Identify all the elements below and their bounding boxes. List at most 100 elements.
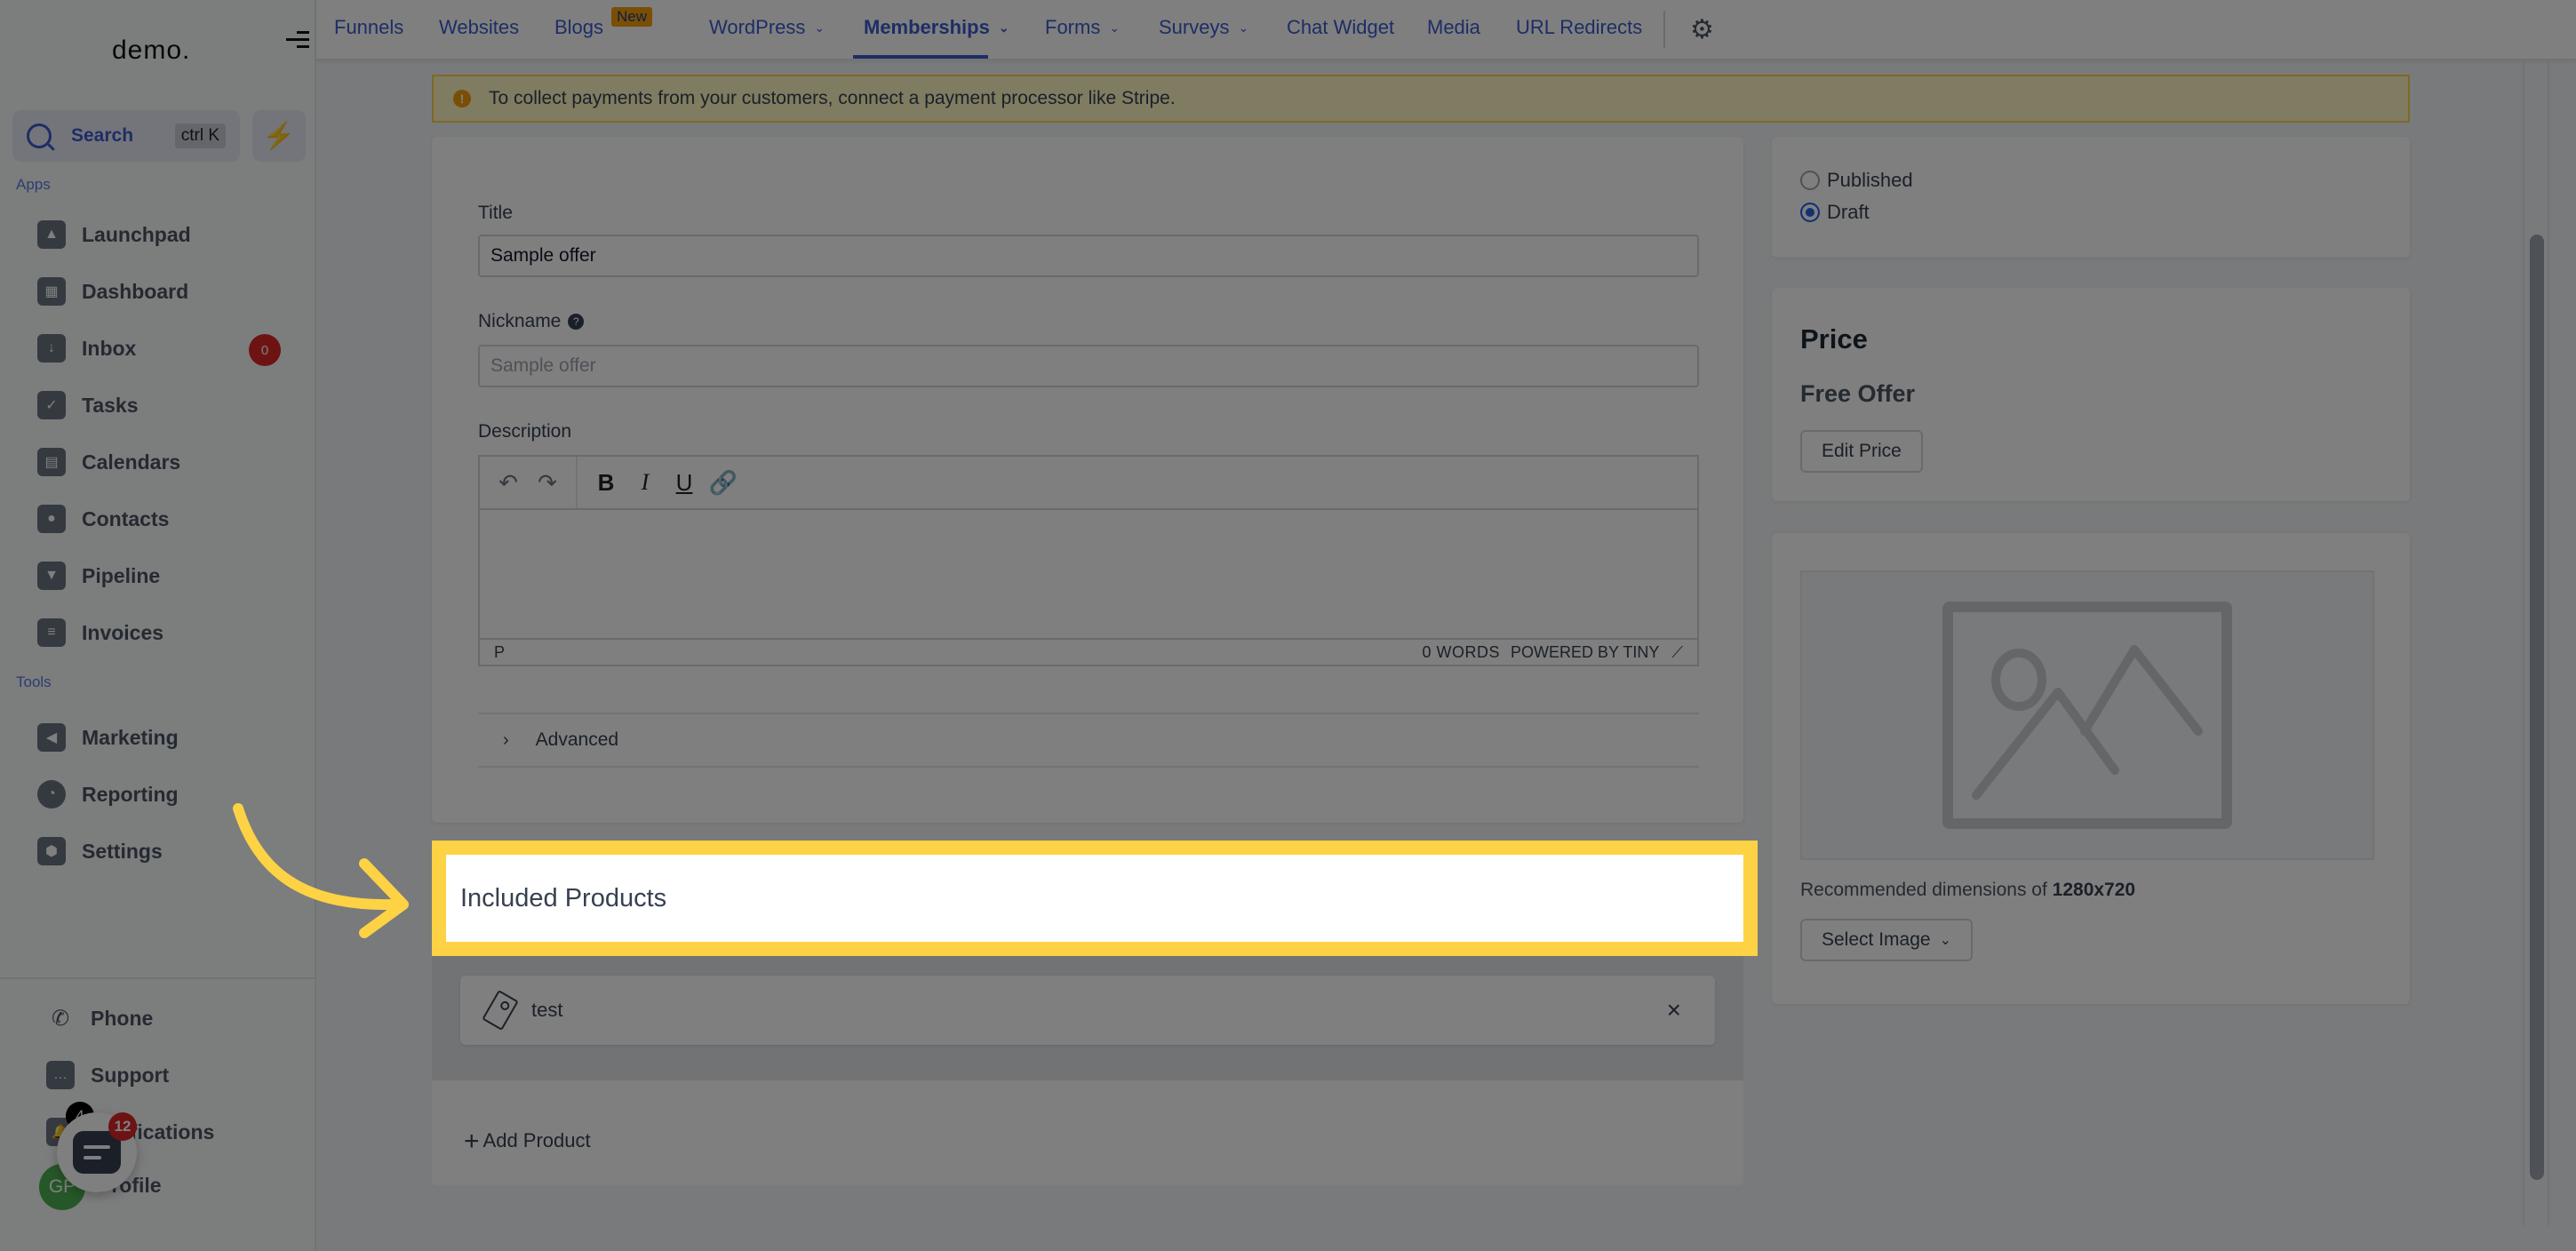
sidebar-item-phone[interactable]: ✆ Phone [46, 1000, 153, 1036]
nickname-input[interactable]: Sample offer [478, 345, 1699, 387]
title-input[interactable]: Sample offer [478, 235, 1699, 277]
sidebar-item-dashboard[interactable]: ▦ Dashboard [37, 274, 188, 309]
clipboard-check-icon: ✓ [37, 391, 66, 419]
pie-chart-icon: ◔ [37, 780, 66, 809]
collapse-sidebar-button[interactable] [286, 27, 309, 52]
sidebar-item-settings[interactable]: ⬢ Settings [37, 833, 163, 869]
sidebar-item-label: Launchpad [82, 222, 191, 246]
included-products-header-highlight[interactable]: Included Products [432, 841, 1758, 956]
advanced-label: Advanced [535, 729, 619, 750]
sidebar-item-pipeline[interactable]: ▼ Pipeline [37, 558, 160, 594]
recommended-prefix: Recommended dimensions of [1800, 880, 2047, 900]
sidebar-item-label: Tasks [82, 393, 139, 417]
undo-icon[interactable]: ↶ [489, 469, 528, 497]
tab-chat-widget[interactable]: Chat Widget [1287, 16, 1394, 39]
sidebar-item-contacts[interactable]: ● Contacts [37, 501, 169, 537]
product-name: test [531, 999, 563, 1021]
image-placeholder[interactable] [1800, 570, 2374, 860]
sidebar-item-calendars[interactable]: ▤ Calendars [37, 444, 180, 480]
lightning-icon: ⚡ [262, 121, 296, 151]
nickname-label-text: Nickname [478, 311, 562, 331]
warning-icon: ! [453, 90, 471, 108]
tab-url-redirects[interactable]: URL Redirects [1516, 16, 1642, 39]
chat-widget-badge: 12 [108, 1112, 137, 1141]
quick-actions-button[interactable]: ⚡ [252, 110, 306, 162]
sidebar-item-label: Contacts [82, 506, 170, 530]
tab-forms[interactable]: Forms ⌄ [1045, 16, 1120, 39]
advanced-toggle[interactable]: › Advanced [478, 713, 1699, 768]
sidebar-item-label: Phone [91, 1006, 154, 1030]
tab-surveys[interactable]: Surveys ⌄ [1159, 16, 1248, 39]
nav-divider [1663, 11, 1665, 48]
sidebar-divider [0, 977, 316, 979]
add-product-section: + Add Product [432, 1080, 1743, 1185]
settings-gear-icon[interactable]: ⚙ [1690, 14, 1714, 45]
bold-icon[interactable]: B [586, 469, 626, 497]
offer-details-card: Title Sample offer Nickname? Sample offe… [432, 137, 1743, 823]
top-navigation: Funnels Websites Blogs New WordPress ⌄ Me… [316, 0, 2576, 60]
radio-label: Published [1827, 169, 1913, 191]
sidebar-item-tasks[interactable]: ✓ Tasks [37, 387, 139, 423]
recommended-dims: 1280x720 [2052, 880, 2136, 900]
sidebar-item-label: Invoices [82, 620, 164, 644]
search-label: Search [71, 125, 134, 146]
user-icon: ● [37, 505, 66, 533]
tab-blogs[interactable]: Blogs [554, 16, 603, 39]
help-icon[interactable]: ? [568, 314, 585, 331]
chevron-down-icon: ⌄ [814, 20, 825, 35]
sidebar-item-inbox[interactable]: ↓ Inbox [37, 331, 136, 366]
add-product-button[interactable]: + Add Product [464, 1127, 591, 1157]
radio-draft[interactable] [1800, 203, 1820, 222]
tab-label: Media [1427, 16, 1480, 38]
tab-funnels[interactable]: Funnels [334, 16, 403, 39]
image-icon [1942, 602, 2232, 829]
pointer-arrow-icon [233, 803, 409, 938]
powered-by[interactable]: POWERED BY TINY [1511, 643, 1659, 662]
redo-icon[interactable]: ↷ [528, 469, 567, 497]
tab-memberships[interactable]: Memberships ⌄ [864, 16, 1009, 39]
tab-media[interactable]: Media [1427, 16, 1480, 39]
sidebar-item-support[interactable]: … Support [46, 1057, 169, 1093]
radio-published[interactable] [1800, 171, 1820, 190]
add-product-label: Add Product [483, 1129, 591, 1151]
tab-label: Blogs [554, 16, 604, 38]
funnel-icon: ▼ [37, 562, 66, 590]
chat-icon: … [46, 1061, 75, 1089]
tools-section-label: Tools [16, 673, 52, 690]
alert-text: To collect payments from your customers,… [489, 88, 1176, 108]
sidebar-item-marketing[interactable]: ◀ Marketing [37, 720, 179, 755]
chevron-down-icon: ⌄ [1109, 20, 1121, 35]
tab-label: Websites [439, 16, 520, 38]
word-count: 0 WORDS [1422, 642, 1501, 661]
search-button[interactable]: Search ctrl K [12, 110, 240, 162]
phone-icon: ✆ [51, 1006, 70, 1031]
sidebar-item-invoices[interactable]: ≡ Invoices [37, 615, 163, 650]
sidebar-item-launchpad[interactable]: ▲ Launchpad [37, 217, 191, 252]
included-products-title: Included Products [460, 883, 667, 912]
resize-handle-icon[interactable]: ⟋ [1671, 643, 1683, 662]
editor-body[interactable] [480, 510, 1697, 640]
select-image-button[interactable]: Select Image ⌄ [1800, 919, 1973, 961]
status-draft-option[interactable]: Draft [1800, 201, 1870, 224]
status-published-option[interactable]: Published [1800, 169, 1913, 192]
apps-section-label: Apps [16, 176, 51, 193]
remove-product-icon[interactable]: × [1667, 996, 1681, 1024]
image-card: Recommended dimensions of 1280x720 Selec… [1772, 533, 2410, 1004]
tab-websites[interactable]: Websites [439, 16, 519, 39]
tab-label: Surveys [1159, 16, 1230, 38]
chevron-down-icon: ⌄ [1939, 933, 1951, 948]
inbox-count-badge: 0 [249, 334, 281, 366]
logo: demo. [112, 36, 191, 65]
scrollbar-thumb[interactable] [2530, 235, 2544, 1180]
payment-alert: ! To collect payments from your customer… [432, 75, 2410, 123]
edit-price-button[interactable]: Edit Price [1800, 430, 1923, 473]
link-icon[interactable]: 🔗 [704, 469, 743, 497]
sidebar-item-reporting[interactable]: ◔ Reporting [37, 777, 179, 812]
underline-icon[interactable]: U [665, 469, 704, 497]
tag-icon [482, 990, 519, 1031]
new-badge: New [611, 7, 653, 27]
tab-wordpress[interactable]: WordPress ⌄ [709, 16, 825, 39]
italic-icon[interactable]: I [626, 469, 665, 496]
tab-label: WordPress [709, 16, 806, 38]
gear-icon: ⬢ [37, 837, 66, 865]
